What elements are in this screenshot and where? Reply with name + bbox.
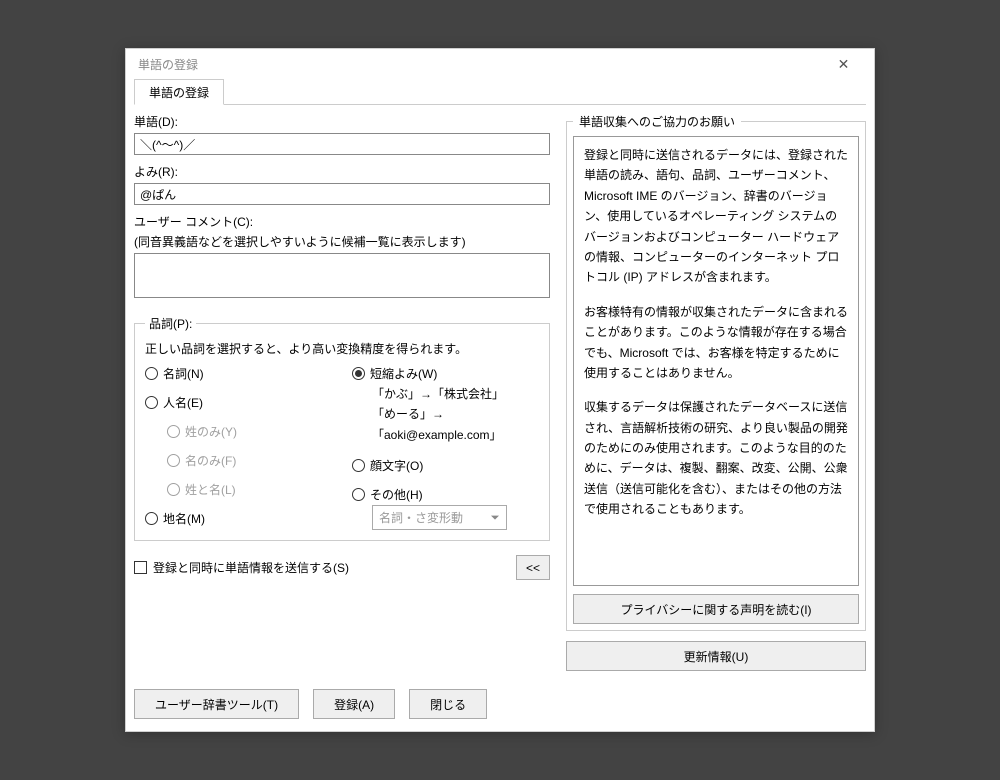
radio-label: 短縮よみ(W): [370, 365, 437, 382]
register-button[interactable]: 登録(A): [313, 689, 395, 719]
yomi-field-block: よみ(R):: [134, 163, 550, 205]
radio-place[interactable]: 地名(M): [145, 510, 332, 527]
abbrev-ex1: 「かぶ」→「株式会社」: [372, 384, 539, 404]
comment-label: ユーザー コメント(C):: [134, 213, 550, 230]
collapse-button[interactable]: <<: [516, 555, 550, 580]
privacy-button[interactable]: プライバシーに関する声明を読む(I): [573, 594, 859, 624]
collection-p1: 登録と同時に送信されるデータには、登録された単語の読み、語句、品詞、ユーザーコメ…: [584, 145, 848, 288]
radio-label: その他(H): [370, 486, 423, 503]
content-area: 単語(D): よみ(R): ユーザー コメント(C): (同音異義語などを選択し…: [126, 105, 874, 679]
radio-icon: [352, 367, 365, 380]
window-title: 単語の登録: [134, 56, 821, 73]
left-column: 単語(D): よみ(R): ユーザー コメント(C): (同音異義語などを選択し…: [134, 113, 550, 671]
right-column: 単語収集へのご協力のお願い 登録と同時に送信されるデータには、登録された単語の読…: [566, 113, 866, 671]
close-button[interactable]: 閉じる: [409, 689, 487, 719]
radio-icon: [352, 459, 365, 472]
yomi-label: よみ(R):: [134, 163, 550, 180]
radio-kaomoji[interactable]: 顔文字(O): [352, 457, 539, 474]
radio-icon: [145, 512, 158, 525]
pos-instruction: 正しい品詞を選択すると、より高い変換精度を得られます。: [145, 340, 539, 357]
word-field-block: 単語(D):: [134, 113, 550, 155]
radio-icon: [167, 454, 180, 467]
comment-input[interactable]: [134, 253, 550, 298]
abbrev-ex2: 「めーる」→「aoki@example.com」: [372, 404, 539, 445]
radio-label: 地名(M): [163, 510, 205, 527]
abbrev-examples: 「かぶ」→「株式会社」 「めーる」→「aoki@example.com」: [372, 384, 539, 445]
radio-label: 姓と名(L): [185, 481, 236, 498]
radio-label: 顔文字(O): [370, 457, 423, 474]
pos-col-left: 名詞(N) 人名(E) 姓のみ(Y) 名のみ(F): [145, 365, 332, 530]
radio-person-both: 姓と名(L): [167, 481, 332, 498]
pos-legend: 品詞(P):: [145, 315, 196, 332]
radio-person-mei: 名のみ(F): [167, 452, 332, 469]
radio-icon: [167, 425, 180, 438]
radio-icon: [145, 396, 158, 409]
radio-label: 名詞(N): [163, 365, 204, 382]
tab-row: 単語の登録: [134, 79, 866, 105]
dialog-window: 単語の登録 ✕ 単語の登録 単語(D): よみ(R): ユーザー コメント(C)…: [125, 48, 875, 732]
subtype-select[interactable]: 名詞・さ変形動: [372, 505, 507, 530]
radio-icon: [352, 488, 365, 501]
send-row: 登録と同時に単語情報を送信する(S) <<: [134, 551, 550, 584]
collection-p2: お客様特有の情報が収集されたデータに含まれることがあります。このような情報が存在…: [584, 302, 848, 384]
update-info-button[interactable]: 更新情報(U): [566, 641, 866, 671]
titlebar: 単語の登録 ✕: [126, 49, 874, 79]
radio-icon: [145, 367, 158, 380]
bottom-bar: ユーザー辞書ツール(T) 登録(A) 閉じる: [126, 679, 874, 731]
collection-groupbox: 単語収集へのご協力のお願い 登録と同時に送信されるデータには、登録された単語の読…: [566, 113, 866, 631]
pos-groupbox: 品詞(P): 正しい品詞を選択すると、より高い変換精度を得られます。 名詞(N)…: [134, 315, 550, 541]
word-input[interactable]: [134, 133, 550, 155]
collection-p3: 収集するデータは保護されたデータベースに送信され、言語解析技術の研究、より良い製…: [584, 397, 848, 519]
close-icon[interactable]: ✕: [821, 56, 866, 73]
word-label: 単語(D):: [134, 113, 550, 130]
send-checkbox[interactable]: [134, 561, 147, 574]
collection-legend: 単語収集へのご協力のお願い: [573, 113, 741, 130]
comment-hint: (同音異義語などを選択しやすいように候補一覧に表示します): [134, 233, 550, 250]
radio-noun[interactable]: 名詞(N): [145, 365, 332, 382]
comment-field-block: ユーザー コメント(C): (同音異義語などを選択しやすいように候補一覧に表示し…: [134, 213, 550, 301]
radio-label: 姓のみ(Y): [185, 423, 237, 440]
radio-abbrev[interactable]: 短縮よみ(W): [352, 365, 539, 382]
pos-col-right: 短縮よみ(W) 「かぶ」→「株式会社」 「めーる」→「aoki@example.…: [352, 365, 539, 530]
radio-icon: [167, 483, 180, 496]
yomi-input[interactable]: [134, 183, 550, 205]
radio-other[interactable]: その他(H): [352, 486, 539, 503]
send-checkbox-label: 登録と同時に単語情報を送信する(S): [153, 559, 349, 576]
pos-grid: 名詞(N) 人名(E) 姓のみ(Y) 名のみ(F): [145, 365, 539, 530]
collection-text-panel[interactable]: 登録と同時に送信されるデータには、登録された単語の読み、語句、品詞、ユーザーコメ…: [573, 136, 859, 586]
tab-word-register[interactable]: 単語の登録: [134, 79, 224, 105]
user-dict-tool-button[interactable]: ユーザー辞書ツール(T): [134, 689, 299, 719]
radio-person[interactable]: 人名(E): [145, 394, 332, 411]
radio-label: 名のみ(F): [185, 452, 236, 469]
radio-label: 人名(E): [163, 394, 203, 411]
radio-person-sei: 姓のみ(Y): [167, 423, 332, 440]
